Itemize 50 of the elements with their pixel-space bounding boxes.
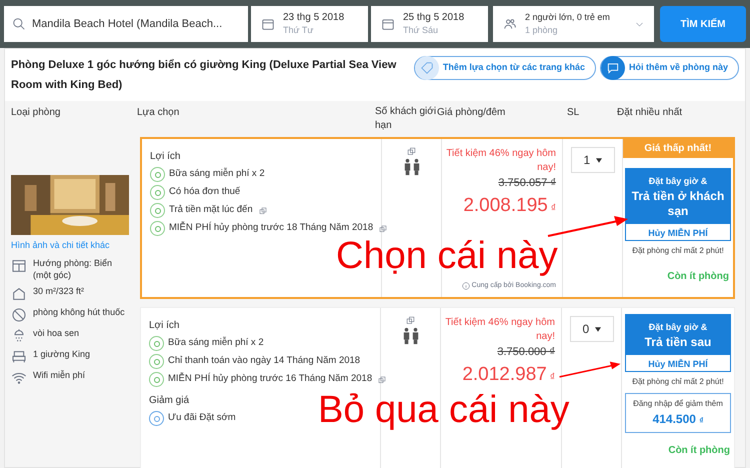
booking-note: Đặt phòng chỉ mất 2 phút!: [632, 376, 724, 388]
currency: ₫: [550, 370, 555, 384]
original-price: 3.750.057 ₫: [498, 176, 556, 191]
room-feature: 30 m²/323 ft²: [33, 284, 84, 296]
booking-note: Đặt phòng chỉ mất 2 phút!: [632, 245, 724, 257]
room-feature: vòi hoa sen: [33, 326, 80, 338]
login-discount-box[interactable]: Đăng nhập để giảm thêm 414.500 ₫: [625, 393, 731, 433]
guests-field[interactable]: 2 người lớn, 0 trẻ em 1 phòng: [493, 6, 654, 42]
column-header: Giá phòng/đêm: [437, 106, 506, 120]
option-benefit: Có hóa đơn thuế: [169, 185, 240, 200]
column-header: Đặt nhiều nhất: [616, 106, 684, 120]
annotation-text: Bỏ qua cái này: [318, 390, 570, 430]
option-benefit: Chỉ thanh toán vào ngày 14 Tháng Năm 2018: [168, 354, 360, 368]
annotation-text: Chọn cái này: [336, 236, 558, 276]
quantity-select[interactable]: 0: [570, 316, 614, 342]
column-header: Số khách giới hạn: [375, 105, 437, 133]
column-header: SL: [566, 106, 580, 120]
option-benefit: MIỄN PHÍ hủy phòng trước 18 Tháng Năm 2018: [169, 221, 374, 236]
destination-field[interactable]: Mandila Beach Hotel (Mandila Beach...: [4, 6, 248, 42]
lowest-price-badge: Giá thấp nhất!: [623, 139, 733, 158]
room-feature: phòng không hút thuốc: [33, 306, 125, 318]
original-price: 3.750.000 ₫: [497, 345, 555, 360]
price: 2.012.987: [462, 362, 547, 386]
more-options-button[interactable]: Thêm lựa chọn từ các trang khác: [414, 56, 596, 80]
section-heading: Lợi ích: [149, 319, 180, 333]
availability-text: Còn ít phòng: [668, 444, 730, 458]
date-field[interactable]: 23 thg 5 2018 Thứ Tư: [251, 6, 368, 42]
option-benefit: Ưu đãi Đặt sớm: [168, 411, 236, 426]
room-feature: 1 giường King: [33, 348, 90, 360]
column-header: Loại phòng: [10, 106, 62, 120]
ask-button[interactable]: Hỏi thêm về phòng này: [600, 56, 739, 80]
currency: ₫: [550, 202, 556, 216]
savings-text: Tiết kiệm 46% ngay hôm nay!: [445, 147, 556, 175]
book-button[interactable]: Đặt bây giờ & Trả tiền ở khách sạn: [626, 169, 730, 224]
section-heading: Giảm giá: [149, 394, 190, 408]
room-title: Phòng Deluxe 1 góc hướng biển có giường King (Deluxe Partial Sea View Room with King Bed): [11, 58, 398, 93]
option-benefit: Bữa sáng miễn phí x 2: [169, 167, 265, 182]
section-heading: Lợi ích: [150, 150, 180, 164]
date-field[interactable]: 25 thg 5 2018 Thứ Sáu: [371, 6, 488, 42]
room-feature: Wifi miễn phí: [33, 368, 86, 380]
savings-text: Tiết kiệm 46% ngay hôm nay!: [444, 316, 555, 344]
price: 2.008.195: [463, 194, 548, 218]
column-header: Lựa chọn: [136, 106, 180, 120]
option-benefit: MIỄN PHÍ hủy phòng trước 16 Tháng Năm 2018: [168, 372, 372, 386]
book-button[interactable]: Đặt bây giờ & Trả tiền sau: [626, 315, 730, 355]
availability-text: Còn ít phòng: [667, 270, 729, 284]
quantity-select[interactable]: 1: [570, 147, 614, 173]
option-benefit: Trả tiền mặt lúc đến: [169, 203, 253, 218]
option-benefit: Bữa sáng miễn phí x 2: [168, 336, 264, 350]
room-feature: Hướng phòng: Biển (một góc): [33, 256, 113, 280]
